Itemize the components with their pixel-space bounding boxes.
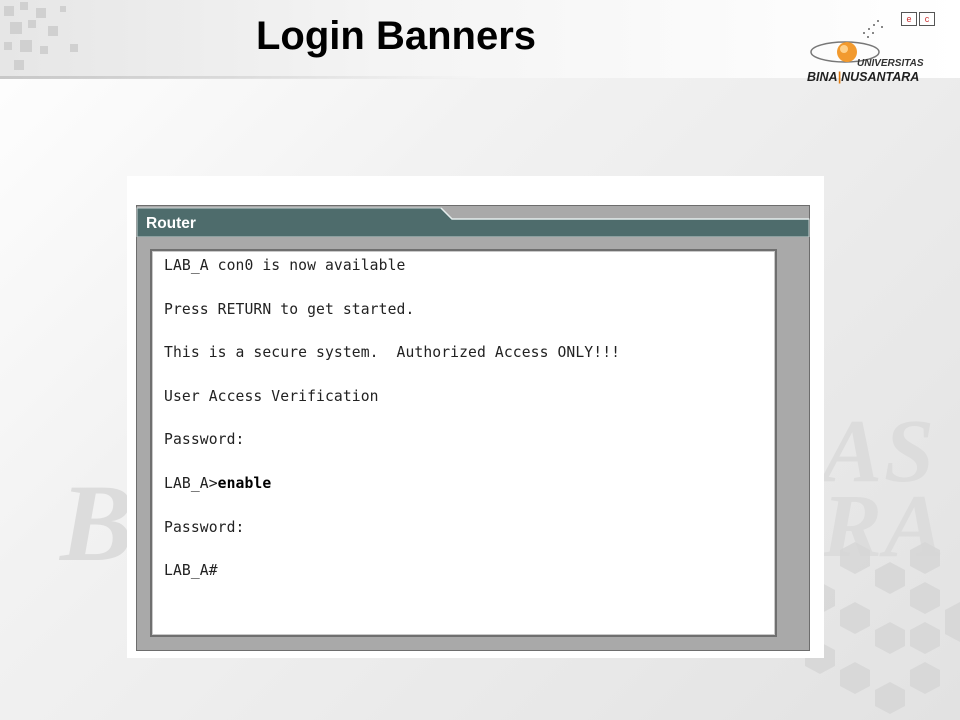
terminal-line-6: LAB_A>enable xyxy=(164,475,272,492)
router-screenshot: Router LAB_A con0 is now available Press… xyxy=(127,176,824,658)
logo-bina-nusantara-text: BINA|NUSANTARA xyxy=(807,70,920,84)
terminal-line-3: This is a secure system. Authorized Acce… xyxy=(164,344,621,361)
slide-title: Login Banners xyxy=(256,14,537,58)
router-window-titlebar xyxy=(136,207,810,237)
terminal-line-7: Password: xyxy=(164,519,245,536)
terminal-line-8: LAB_A# xyxy=(164,562,218,579)
terminal-line-2: Press RETURN to get started. xyxy=(164,301,415,318)
terminal-command-enable: enable xyxy=(217,475,272,492)
terminal-line-4: User Access Verification xyxy=(164,388,379,405)
decorative-squares xyxy=(0,0,110,78)
router-window-title: Router xyxy=(146,215,196,232)
logo-c-icon: c xyxy=(919,12,935,26)
logo-e-icon: e xyxy=(901,12,917,26)
logo-universitas-text: UNIVERSITAS xyxy=(857,58,924,69)
university-logo: e c UNIVERSITAS BINA|NUSANTARA xyxy=(805,8,955,90)
terminal-line-5: Password: xyxy=(164,431,245,448)
terminal-line-1: LAB_A con0 is now available xyxy=(164,257,406,274)
terminal-output: LAB_A con0 is now available Press RETURN… xyxy=(150,249,777,637)
watermark-b: B xyxy=(60,462,136,584)
